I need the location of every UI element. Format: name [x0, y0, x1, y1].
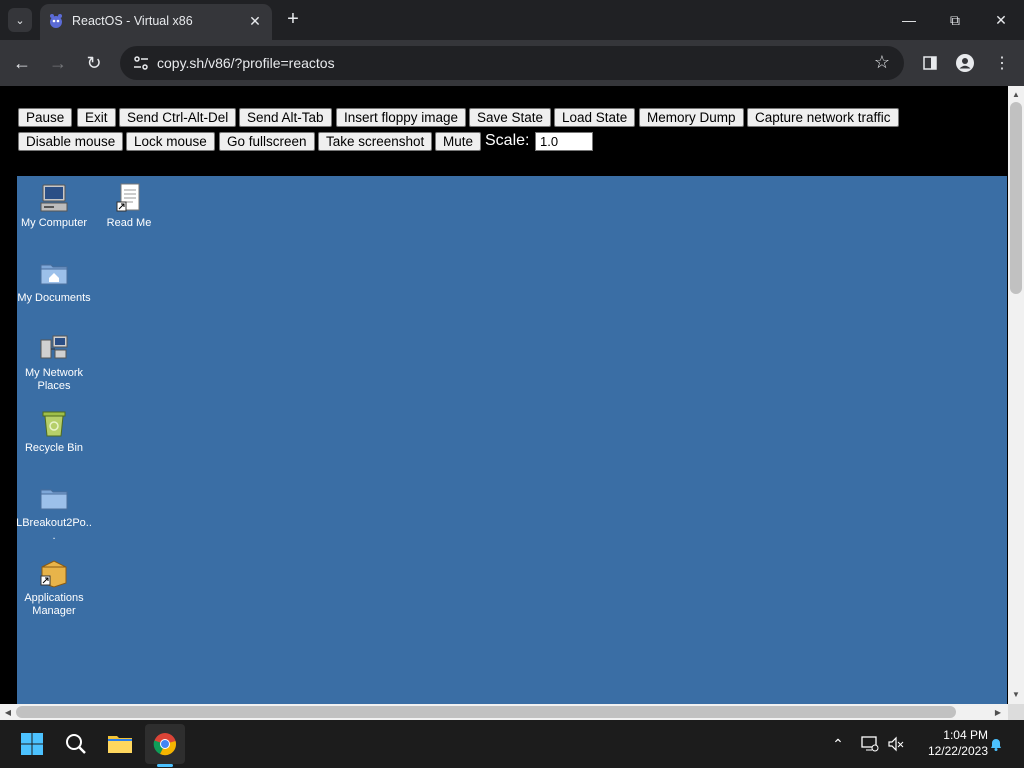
clock-date: 12/22/2023 [927, 744, 988, 758]
forward-icon[interactable]: → [46, 51, 70, 75]
mute-button[interactable]: Mute [435, 132, 482, 151]
tab-title: ReactOS - Virtual x86 [72, 14, 193, 28]
send-alt-tab-button[interactable]: Send Alt-Tab [239, 108, 332, 127]
minimize-icon[interactable]: — [886, 0, 932, 40]
insert-floppy-button[interactable]: Insert floppy image [336, 108, 467, 127]
reload-icon[interactable]: ↻ [82, 51, 106, 75]
browser-toolbar: ← → ↻ copy.sh/v86/?profile=reactos ☆ ⋮ [0, 40, 1024, 86]
documents-folder-icon [40, 264, 68, 285]
start-icon[interactable] [12, 724, 52, 764]
taskbar-clock[interactable]: 1:04 PM 12/22/2023 [912, 727, 988, 759]
close-tab-icon[interactable]: ✕ [246, 12, 264, 30]
desktop-icon-my-documents[interactable]: My Documents [16, 257, 92, 305]
desktop-icon-applications-manager[interactable]: Applications Manager [16, 557, 92, 618]
address-bar[interactable]: copy.sh/v86/?profile=reactos ☆ [120, 46, 904, 80]
scroll-down-icon[interactable]: ▼ [1008, 686, 1024, 702]
desktop-icon-label: My Documents [17, 292, 91, 304]
browser-tab[interactable]: ReactOS - Virtual x86 ✕ [40, 4, 272, 40]
back-icon[interactable]: ← [10, 51, 34, 75]
take-screenshot-button[interactable]: Take screenshot [318, 132, 433, 151]
active-app-indicator [157, 764, 173, 767]
notification-bell-icon[interactable] [984, 732, 1008, 756]
pause-button[interactable]: Pause [18, 108, 73, 127]
chrome-icon[interactable] [145, 724, 185, 764]
network-icon [40, 335, 68, 359]
side-panel-icon[interactable] [918, 51, 942, 75]
close-window-icon[interactable]: ✕ [978, 0, 1024, 40]
tab-strip: ⌄ ReactOS - Virtual x86 ✕ + — ⧉ ✕ [0, 0, 1024, 40]
desktop-icon-label: LBreakout2Po... [16, 517, 92, 542]
scroll-corner [1008, 704, 1024, 720]
url-text: copy.sh/v86/?profile=reactos [157, 55, 335, 71]
vertical-scroll-thumb[interactable] [1010, 102, 1022, 294]
go-fullscreen-button[interactable]: Go fullscreen [219, 132, 315, 151]
taskbar: ⌃ 1:04 PM 12/22/2023 [0, 720, 1024, 768]
chevron-up-icon[interactable]: ⌃ [826, 732, 850, 756]
scroll-up-icon[interactable]: ▲ [1008, 86, 1024, 102]
page-content: Pause Exit Send Ctrl-Alt-Del Send Alt-Ta… [0, 86, 1008, 704]
desktop-icon-read-me[interactable]: Read Me [91, 182, 167, 230]
chevron-down-icon: ⌄ [15, 14, 25, 27]
new-tab-button[interactable]: + [282, 8, 304, 30]
exit-button[interactable]: Exit [77, 108, 116, 127]
memory-dump-button[interactable]: Memory Dump [639, 108, 744, 127]
recycle-bin-icon [42, 411, 66, 437]
computer-icon [40, 184, 68, 212]
scale-label: Scale: [485, 132, 530, 149]
folder-icon [40, 489, 68, 510]
desktop-icon-my-network-places[interactable]: My Network Places [16, 332, 92, 393]
scale-input[interactable] [535, 132, 593, 151]
lock-mouse-button[interactable]: Lock mouse [126, 132, 215, 151]
desktop-icon-label: Recycle Bin [24, 442, 84, 454]
disable-mouse-button[interactable]: Disable mouse [18, 132, 124, 151]
document-shortcut-icon [116, 183, 140, 212]
site-info-icon[interactable] [132, 54, 150, 72]
volume-muted-icon[interactable] [884, 732, 908, 756]
network-tray-icon[interactable] [858, 732, 882, 756]
scroll-right-icon[interactable]: ▶ [990, 704, 1006, 720]
scroll-left-icon[interactable]: ◀ [0, 704, 16, 720]
clock-time: 1:04 PM [943, 728, 988, 742]
desktop-icon-recycle-bin[interactable]: Recycle Bin [16, 407, 92, 455]
tab-search-button[interactable]: ⌄ [8, 8, 32, 32]
desktop-icon-label: My Network Places [24, 367, 84, 392]
restore-icon[interactable]: ⧉ [932, 0, 978, 40]
file-explorer-icon[interactable] [100, 724, 140, 764]
desktop-icon-lbreakout2[interactable]: LBreakout2Po... [16, 482, 92, 543]
save-state-button[interactable]: Save State [469, 108, 552, 127]
bookmark-star-icon[interactable]: ☆ [874, 52, 890, 73]
desktop-icon-label: Read Me [106, 217, 152, 229]
desktop-icon-label: Applications Manager [24, 592, 84, 617]
send-ctrl-alt-del-button[interactable]: Send Ctrl-Alt-Del [119, 108, 237, 127]
desktop-icon-label: My Computer [20, 217, 88, 229]
horizontal-scroll-thumb[interactable] [16, 706, 956, 718]
package-shortcut-icon [40, 560, 67, 588]
load-state-button[interactable]: Load State [554, 108, 636, 127]
reactos-favicon-icon [50, 14, 62, 28]
menu-kebab-icon[interactable]: ⋮ [990, 51, 1014, 75]
profile-icon[interactable] [953, 51, 977, 75]
search-icon[interactable] [56, 724, 96, 764]
capture-network-traffic-button[interactable]: Capture network traffic [747, 108, 899, 127]
desktop-icon-my-computer[interactable]: My Computer [16, 182, 92, 230]
reactos-desktop[interactable]: My Computer Read Me My Documents My Netw… [16, 176, 1007, 704]
